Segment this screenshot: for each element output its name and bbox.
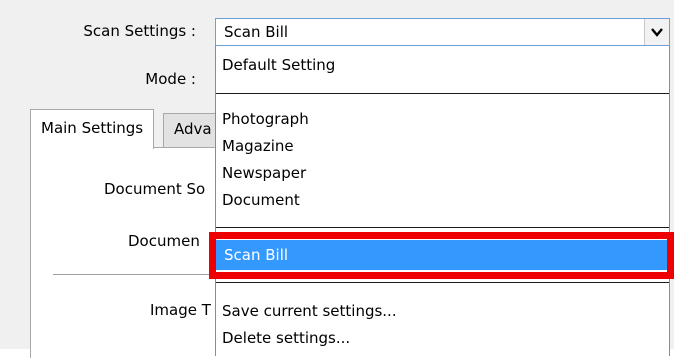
document-size-label: Documen [128, 232, 200, 250]
dropdown-item-delete-settings[interactable]: Delete settings... [222, 325, 350, 351]
main-settings-panel [30, 147, 231, 358]
mode-label: Mode : [145, 70, 196, 88]
dropdown-separator [216, 282, 669, 283]
dropdown-item-document[interactable]: Document [222, 187, 300, 213]
image-type-label: Image T [150, 301, 211, 319]
dropdown-item-default-setting[interactable]: Default Setting [222, 52, 335, 78]
highlight-annotation-box [209, 232, 674, 279]
dropdown-separator [216, 227, 669, 228]
dropdown-item-magazine[interactable]: Magazine [222, 133, 294, 159]
dropdown-item-newspaper[interactable]: Newspaper [222, 160, 306, 186]
dropdown-arrow-button[interactable] [644, 19, 669, 45]
chevron-down-icon [651, 28, 663, 37]
dropdown-item-photograph[interactable]: Photograph [222, 106, 309, 132]
scan-settings-dropdown-list: Default Setting Photograph Magazine News… [215, 46, 670, 356]
scan-settings-combobox[interactable]: Scan Bill [215, 18, 670, 46]
panel-divider [53, 274, 223, 275]
scan-dialog: Scan Settings : Scan Bill Mode : Main Se… [0, 0, 674, 358]
scan-settings-value: Scan Bill [224, 23, 289, 41]
tab-main-settings[interactable]: Main Settings [30, 109, 155, 149]
dropdown-item-save-current-settings[interactable]: Save current settings... [222, 298, 397, 324]
document-source-label: Document So [104, 180, 206, 198]
tab-main-settings-label: Main Settings [41, 119, 144, 137]
dropdown-separator [216, 93, 669, 94]
scan-settings-label: Scan Settings : [83, 22, 196, 40]
tab-advanced-settings-label: Adva [174, 120, 212, 138]
